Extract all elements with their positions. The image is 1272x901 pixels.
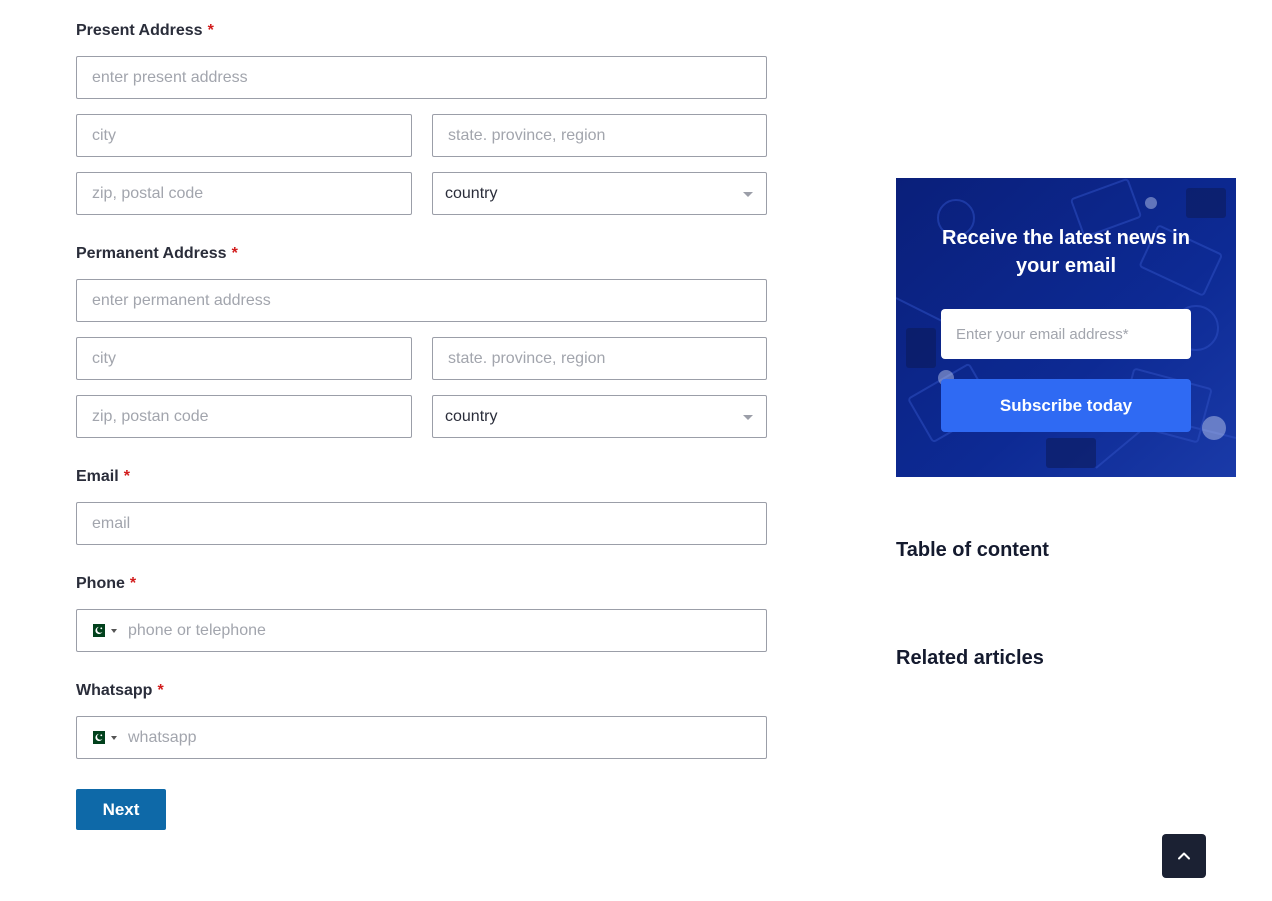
dropdown-arrow-icon (743, 415, 753, 420)
newsletter-email-placeholder: Enter your email address* (956, 325, 1129, 343)
present-state-placeholder: state. province, region (448, 126, 606, 144)
present-address-label: Present Address * (76, 22, 214, 40)
whatsapp-label: Whatsapp * (76, 682, 164, 700)
required-mark: * (123, 468, 130, 485)
newsletter-title: Receive the latest news in your email (942, 227, 1190, 277)
page: Present Address * enter present address c… (0, 0, 1272, 901)
email-label: Email * (76, 468, 130, 486)
next-button[interactable]: Next (76, 789, 166, 830)
present-country-value: country (445, 184, 498, 202)
pakistan-flag-icon (89, 731, 105, 744)
whatsapp-label-text: Whatsapp (76, 682, 153, 699)
present-zip-input[interactable]: zip, postal code (76, 172, 412, 215)
permanent-city-input[interactable]: city (76, 337, 412, 380)
whatsapp-input[interactable]: whatsapp (76, 716, 767, 759)
permanent-address-label-text: Permanent Address (76, 245, 227, 262)
table-of-content-heading: Table of content (896, 539, 1049, 561)
subscribe-button[interactable]: Subscribe today (941, 379, 1191, 432)
phone-country-picker[interactable] (89, 624, 117, 637)
phone-input[interactable]: phone or telephone (76, 609, 767, 652)
phone-label: Phone * (76, 575, 136, 593)
phone-placeholder: phone or telephone (128, 621, 266, 639)
present-city-input[interactable]: city (76, 114, 412, 157)
chevron-up-icon (1178, 852, 1190, 860)
permanent-address-input[interactable]: enter permanent address (76, 279, 767, 322)
present-address-input[interactable]: enter present address (76, 56, 767, 99)
newsletter-card: Receive the latest news in your email En… (896, 178, 1236, 477)
required-mark: * (231, 245, 238, 262)
newsletter-email-input[interactable]: Enter your email address* (941, 309, 1191, 359)
related-articles-heading: Related articles (896, 647, 1044, 669)
permanent-address-placeholder: enter permanent address (92, 291, 271, 309)
whatsapp-placeholder: whatsapp (128, 728, 197, 746)
dropdown-arrow-icon (743, 192, 753, 197)
present-address-placeholder: enter present address (92, 68, 248, 86)
permanent-address-label: Permanent Address * (76, 245, 238, 263)
caret-down-icon (111, 735, 117, 740)
scroll-to-top-button[interactable] (1162, 834, 1206, 878)
caret-down-icon (111, 628, 117, 633)
present-address-label-text: Present Address (76, 22, 203, 39)
email-input[interactable]: email (76, 502, 767, 545)
permanent-city-placeholder: city (92, 349, 116, 367)
whatsapp-country-picker[interactable] (89, 731, 117, 744)
required-mark: * (157, 682, 164, 699)
present-state-input[interactable]: state. province, region (432, 114, 767, 157)
present-country-select[interactable]: country (432, 172, 767, 215)
permanent-country-select[interactable]: country (432, 395, 767, 438)
email-placeholder: email (92, 514, 131, 532)
phone-label-text: Phone (76, 575, 125, 592)
permanent-zip-input[interactable]: zip, postan code (76, 395, 412, 438)
present-zip-placeholder: zip, postal code (92, 184, 204, 202)
email-label-text: Email (76, 468, 119, 485)
permanent-state-input[interactable]: state. province, region (432, 337, 767, 380)
present-city-placeholder: city (92, 126, 116, 144)
required-mark: * (207, 22, 214, 39)
required-mark: * (129, 575, 137, 592)
permanent-state-placeholder: state. province, region (448, 349, 606, 367)
permanent-zip-placeholder: zip, postan code (92, 407, 209, 425)
permanent-country-value: country (445, 407, 498, 425)
pakistan-flag-icon (89, 624, 105, 637)
